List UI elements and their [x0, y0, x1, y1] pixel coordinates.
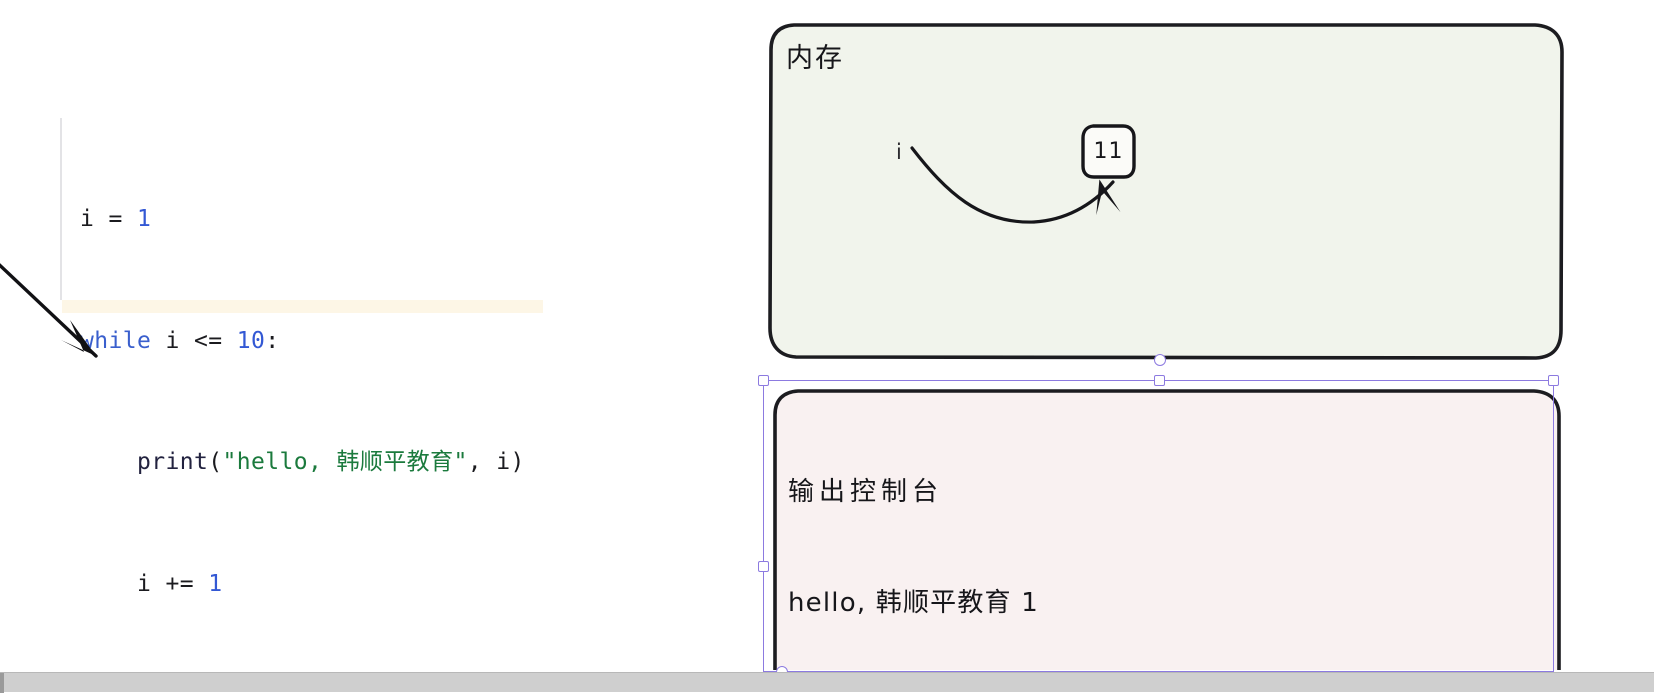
memory-box-bottom-handle[interactable] — [1154, 354, 1166, 366]
code-token: 1 — [208, 570, 223, 597]
code-line-2: while i <= 10: — [80, 321, 525, 362]
console-title: 输出控制台 — [788, 477, 944, 507]
code-token: 1 — [137, 206, 152, 232]
code-gutter — [60, 118, 62, 300]
bottom-bar-left-marker — [0, 673, 4, 693]
code-line-3: print("hello, 韩顺平教育", i) — [80, 442, 525, 483]
memory-value-text: 11 — [1093, 139, 1124, 164]
code-token: ( — [208, 449, 223, 475]
bottom-status-bar[interactable] — [0, 672, 1654, 693]
code-lines: i = 1 while i <= 10: print("hello, 韩顺平教育… — [80, 118, 525, 672]
code-line-1: i = 1 — [80, 199, 525, 240]
code-token-string: "hello, 韩顺平教育" — [222, 449, 468, 475]
console-line: hello, 韩顺平教育 1 — [788, 588, 1039, 618]
code-token: = — [108, 206, 137, 232]
memory-variable-label: i — [896, 140, 902, 164]
code-token: i — [80, 206, 109, 232]
code-token: i += — [80, 570, 209, 597]
code-token: : — [265, 327, 280, 354]
memory-value-cell[interactable]: 11 — [1081, 124, 1136, 179]
selection-handle-top-left[interactable] — [758, 375, 769, 386]
code-token: i <= — [151, 327, 237, 354]
memory-title: 内存 — [786, 43, 844, 74]
selection-handle-middle-left[interactable] — [758, 561, 769, 572]
memory-region[interactable]: 内存 i — [768, 22, 1564, 360]
whiteboard-canvas[interactable]: i = 1 while i <= 10: print("hello, 韩顺平教育… — [0, 0, 1654, 672]
code-line-4: i += 1 — [80, 564, 525, 605]
console-output-lines: 输出控制台 hello, 韩顺平教育 1 hello, 韩顺平教育 2 hell… — [788, 400, 1057, 672]
output-console[interactable]: 输出控制台 hello, 韩顺平教育 1 hello, 韩顺平教育 2 hell… — [772, 388, 1562, 670]
code-token: , i) — [467, 449, 525, 475]
memory-box-outline — [768, 23, 1564, 360]
code-token: 10 — [236, 327, 266, 354]
code-token-function: print — [137, 449, 209, 475]
code-token-keyword: while — [80, 327, 152, 354]
code-highlighted-row — [62, 300, 543, 313]
selection-handle-top-middle[interactable] — [1154, 375, 1165, 386]
selection-handle-top-right[interactable] — [1548, 375, 1559, 386]
